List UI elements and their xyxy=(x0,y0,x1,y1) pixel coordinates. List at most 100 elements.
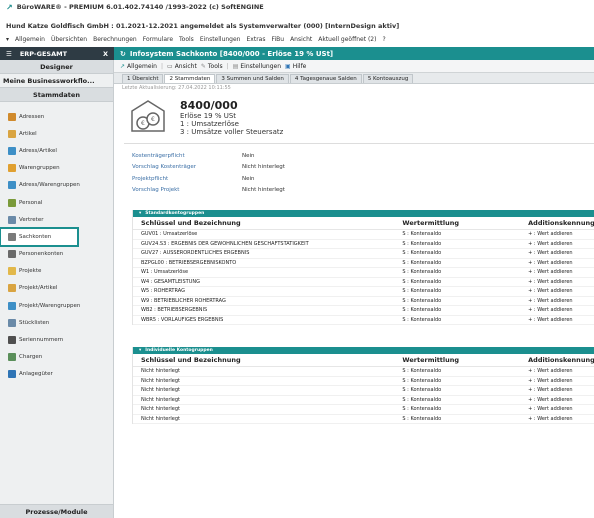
col-wertermittlung[interactable]: Wertermittlung xyxy=(402,219,528,227)
sidebar-item-adress-warengruppen[interactable]: Adress/Warengruppen xyxy=(0,177,113,194)
sidebar-item-icon xyxy=(8,181,16,190)
table-row[interactable]: GUV27 : AUSSERORDENTLICHES ERGEBNIS S : K… xyxy=(133,249,594,259)
sidebar-prozesse-module-button[interactable]: Prozesse/Module xyxy=(0,504,113,518)
session-info-text: Hund Katze Goldfisch GmbH : 01.2021-12.2… xyxy=(6,22,400,30)
standard-group-header[interactable]: ▾ Standardkontogruppen xyxy=(133,210,594,217)
table-cell: WB2 : BETRIEBSERGEBNIS xyxy=(141,307,208,314)
table-cell: + : Wert addieren xyxy=(528,406,573,413)
menu-uebersichten[interactable]: Übersichten xyxy=(51,36,87,43)
menu-formulare[interactable]: Formulare xyxy=(143,36,173,43)
property-key[interactable]: Vorschlag Kostenträger xyxy=(124,164,242,170)
sidebar-stammdaten-header[interactable]: Stammdaten xyxy=(0,88,113,102)
property-key[interactable]: Projektpflicht xyxy=(124,176,242,182)
sidebar-item-personenkonten[interactable]: Personenkonten xyxy=(0,246,113,263)
toolbar-allgemein-label: Allgemein xyxy=(127,62,157,70)
sidebar-item-label: Projekt/Artikel xyxy=(19,285,58,292)
table-row[interactable]: W1 : Umsatzerlöse S : Kontensaldo + : Wert… xyxy=(133,268,594,278)
toolbar-allgemein[interactable]: ↗ Allgemein xyxy=(120,63,157,70)
sidebar-item-seriennummern[interactable]: Seriennummern xyxy=(0,331,113,348)
table-row[interactable]: Nicht hinterlegt S : Kontensaldo + : Wert … xyxy=(133,415,594,424)
toolbar-einstellungen[interactable]: ▤ Einstellungen xyxy=(233,63,281,70)
menu-berechnungen[interactable]: Berechnungen xyxy=(93,36,137,43)
table-cell: W4 : GESAMTLEISTUNG xyxy=(141,278,200,285)
toolbar-hilfe[interactable]: ▣ Hilfe xyxy=(285,63,306,70)
table-row[interactable]: Nicht hinterlegt S : Kontensaldo + : Wert … xyxy=(133,367,594,377)
menu-extras[interactable]: Extras xyxy=(247,36,266,43)
table-row[interactable]: Nicht hinterlegt S : Kontensaldo + : Wert … xyxy=(133,377,594,386)
sidebar-item-vertreter[interactable]: Vertreter xyxy=(0,211,113,228)
menu-help[interactable]: ? xyxy=(382,36,385,43)
sidebar-item-projekt-warengruppen[interactable]: Projekt/Warengruppen xyxy=(0,297,113,314)
sidebar-workflow-button[interactable]: Meine Businessworkflo... xyxy=(0,74,113,88)
col-additionskennung[interactable]: Additionskennung xyxy=(528,219,594,227)
table-cell: S : Kontensaldo xyxy=(402,288,442,295)
table-row[interactable]: BZPGL00 : BETRIEBSERGEBNISKONTO S : Konte… xyxy=(133,259,594,268)
sidebar-item-label: Adress/Artikel xyxy=(19,147,57,154)
toolbar-tools[interactable]: ✎ Tools xyxy=(201,63,223,70)
tab-summen-salden[interactable]: 3 Summen und Salden xyxy=(216,74,289,83)
tab-tagesgenaue-salden[interactable]: 4 Tagesgenaue Salden xyxy=(289,74,362,83)
sidebar-item-label: Projekte xyxy=(19,268,42,275)
table-cell: Nicht hinterlegt xyxy=(141,377,181,384)
sidebar-menu-icon[interactable]: ☰ xyxy=(6,50,12,58)
sidebar-item-anlagegüter[interactable]: Anlagegüter xyxy=(0,366,113,383)
menu-allgemein[interactable]: Allgemein xyxy=(15,36,45,43)
tab-uebersicht[interactable]: 1 Übersicht xyxy=(122,74,164,83)
table-row[interactable]: W9 : BETRIEBLICHER ROHERTRAG S : Kontensa… xyxy=(133,297,594,306)
individual-group-title: Individuelle Kontogruppen xyxy=(145,348,213,353)
tab-stammdaten[interactable]: 2 Stammdaten xyxy=(164,74,216,83)
table-row[interactable]: W4 : GESAMTLEISTUNG S : Kontensaldo + : We… xyxy=(133,278,594,287)
menu-einstellungen[interactable]: Einstellungen xyxy=(200,36,241,43)
sidebar-item-projekte[interactable]: Projekte xyxy=(0,263,113,280)
menu-fibu[interactable]: FiBu xyxy=(271,36,284,43)
sidebar-item-projekt-artikel[interactable]: Projekt/Artikel xyxy=(0,280,113,297)
window-title: BüroWARE® - PREMIUM 6.01.402.74140 /1993… xyxy=(16,3,264,11)
col-wertermittlung[interactable]: Wertermittlung xyxy=(402,356,528,364)
table-cell: W1 : Umsatzerlöse xyxy=(141,269,189,276)
sidebar-item-adressen[interactable]: Adressen xyxy=(0,108,113,125)
table-row[interactable]: W5 : ROHERTRAG S : Kontensaldo + : Wert ad… xyxy=(133,287,594,297)
table-row[interactable]: Nicht hinterlegt S : Kontensaldo + : Wert … xyxy=(133,405,594,415)
sidebar-item-label: Vertreter xyxy=(19,216,44,223)
sidebar-item-label: Seriennummern xyxy=(19,337,64,344)
table-row[interactable]: GUV24.S3 : ERGEBNIS DER GEWÖHNLICHEN GES… xyxy=(133,240,594,249)
table-row[interactable]: Nicht hinterlegt S : Kontensaldo + : Wert … xyxy=(133,386,594,396)
table-cell: W5 : ROHERTRAG xyxy=(141,288,185,295)
table-row[interactable]: WBR5 : VORLÄUFIGES ERGEBNIS S : Kontensal… xyxy=(133,316,594,325)
menu-aktuell-geoeffnet[interactable]: Aktuell geöffnet (2) xyxy=(318,36,376,43)
col-additionskennung[interactable]: Additionskennung xyxy=(528,356,594,364)
col-schluessel[interactable]: Schlüssel und Bezeichnung xyxy=(141,356,402,364)
sidebar-item-adress-artikel[interactable]: Adress/Artikel xyxy=(0,142,113,159)
sidebar-item-personal[interactable]: Personal xyxy=(0,194,113,211)
toolbar-einstellungen-label: Einstellungen xyxy=(240,62,282,70)
individual-group-header[interactable]: ▾ Individuelle Kontogruppen xyxy=(133,347,594,354)
sidebar-item-icon xyxy=(8,284,16,293)
coins-icon: € € xyxy=(131,100,165,132)
property-key[interactable]: Kostenträgerpflicht xyxy=(124,153,242,159)
sidebar-item-artikel[interactable]: Artikel xyxy=(0,125,113,142)
sidebar-item-label: Stücklisten xyxy=(19,319,50,326)
menu-arrow-icon[interactable]: ▾ xyxy=(6,36,9,43)
sidebar-item-label: Adress/Warengruppen xyxy=(19,182,80,189)
sidebar-item-warengruppen[interactable]: Warengruppen xyxy=(0,160,113,177)
toolbar-ansicht[interactable]: ▭ Ansicht xyxy=(167,63,197,70)
sidebar-item-stücklisten[interactable]: Stücklisten xyxy=(0,314,113,331)
menu-ansicht[interactable]: Ansicht xyxy=(290,36,312,43)
menu-tools[interactable]: Tools xyxy=(179,36,194,43)
sidebar-item-sachkonten[interactable]: Sachkonten xyxy=(0,227,79,247)
col-schluessel[interactable]: Schlüssel und Bezeichnung xyxy=(141,219,402,227)
property-key[interactable]: Vorschlag Projekt xyxy=(124,187,242,193)
refresh-icon[interactable]: ↻ xyxy=(120,50,126,58)
table-cell: Nicht hinterlegt xyxy=(141,415,181,422)
property-row: Kostenträgerpflicht Nein xyxy=(124,150,594,162)
sidebar-designer-button[interactable]: Designer xyxy=(0,60,113,74)
table-cell: GUV01 : Umsatzerlöse xyxy=(141,231,198,238)
sidebar-close-button[interactable]: X xyxy=(103,50,108,58)
table-cell: WBR5 : VORLÄUFIGES ERGEBNIS xyxy=(141,316,224,323)
tab-kontoauszug[interactable]: 5 Kontoauszug xyxy=(362,74,414,83)
details-scroll-area[interactable]: Kostenträgerpflicht Nein Vorschlag Kostent… xyxy=(124,143,594,518)
table-row[interactable]: Nicht hinterlegt S : Kontensaldo + : Wert … xyxy=(133,396,594,405)
table-row[interactable]: GUV01 : Umsatzerlöse S : Kontensaldo + : W… xyxy=(133,230,594,240)
sidebar-item-chargen[interactable]: Chargen xyxy=(0,349,113,366)
table-row[interactable]: WB2 : BETRIEBSERGEBNIS S : Kontensaldo + :… xyxy=(133,306,594,316)
